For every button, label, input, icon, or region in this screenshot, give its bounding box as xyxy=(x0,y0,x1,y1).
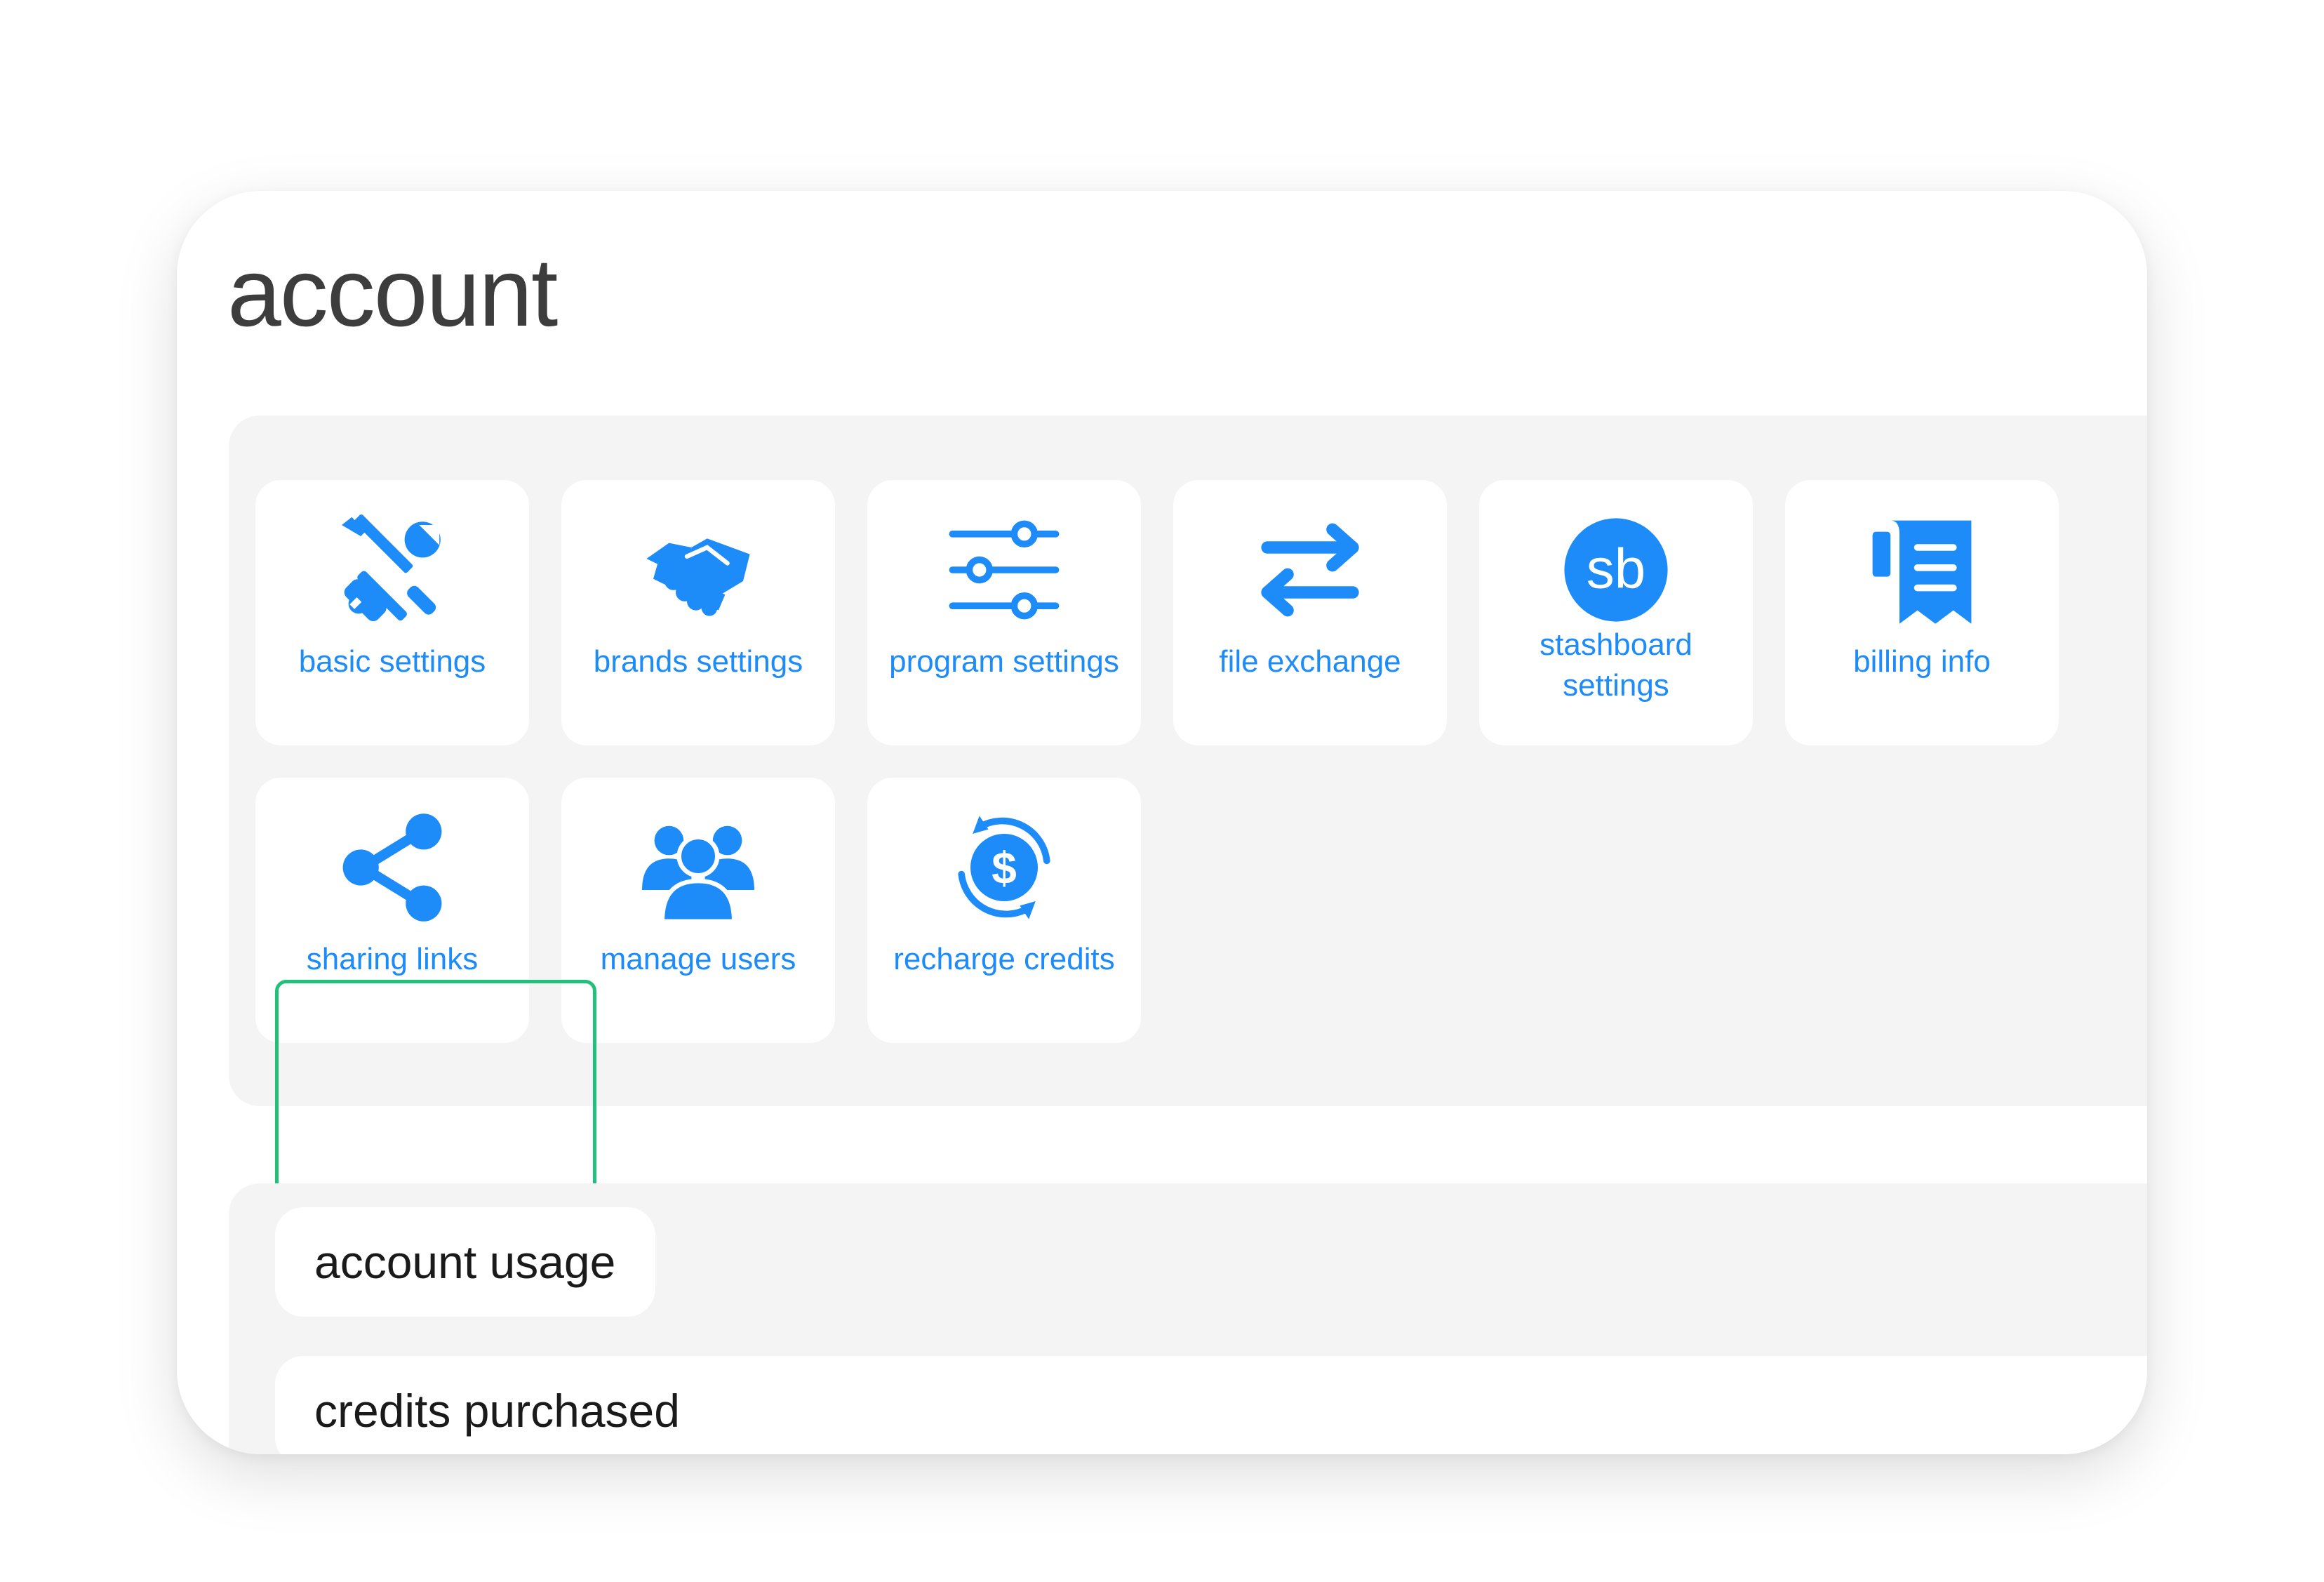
tile-sharing-links[interactable]: sharing links xyxy=(255,778,529,1043)
tile-label: manage users xyxy=(600,942,796,976)
tile-label: brands settings xyxy=(593,644,803,679)
account-usage-button[interactable]: account usage xyxy=(275,1207,655,1317)
share-icon xyxy=(336,811,448,924)
page-title: account xyxy=(227,239,558,347)
credits-purchased-button[interactable]: credits purchased xyxy=(275,1356,2147,1454)
tile-label: recharge credits xyxy=(893,942,1115,976)
tile-recharge-credits[interactable]: $ recharge credits xyxy=(867,778,1141,1043)
sliders-icon xyxy=(948,514,1060,626)
settings-tiles-panel: basic settings brands settings program s… xyxy=(229,416,2147,1297)
tile-label: file exchange xyxy=(1219,644,1401,679)
receipt-icon xyxy=(1866,514,1978,626)
tile-label: basic settings xyxy=(298,644,486,679)
tile-basic-settings[interactable]: basic settings xyxy=(255,480,529,745)
usage-panel: account usage credits purchased xyxy=(229,1183,2147,1454)
tile-manage-users[interactable]: manage users xyxy=(561,778,835,1043)
handshake-icon xyxy=(642,514,754,626)
account-card: account basic settings brands settings p… xyxy=(177,191,2147,1454)
tile-stashboard-settings[interactable]: sb stashboard settings xyxy=(1479,480,1753,745)
stashboard-logo-icon: sb xyxy=(1560,514,1672,626)
exchange-arrows-icon xyxy=(1254,514,1366,626)
tile-file-exchange[interactable]: file exchange xyxy=(1173,480,1447,745)
svg-text:sb: sb xyxy=(1587,538,1646,600)
svg-text:$: $ xyxy=(991,842,1017,893)
tile-program-settings[interactable]: program settings xyxy=(867,480,1141,745)
tools-icon xyxy=(336,514,448,626)
tile-brands-settings[interactable]: brands settings xyxy=(561,480,835,745)
tile-billing-info[interactable]: billing info xyxy=(1785,480,2059,745)
tile-label: billing info xyxy=(1853,644,1991,679)
users-icon xyxy=(642,811,754,924)
recharge-dollar-icon: $ xyxy=(948,811,1060,924)
tile-label: sharing links xyxy=(306,942,479,976)
tile-label: program settings xyxy=(889,644,1119,679)
tile-label: stashboard settings xyxy=(1540,627,1692,703)
